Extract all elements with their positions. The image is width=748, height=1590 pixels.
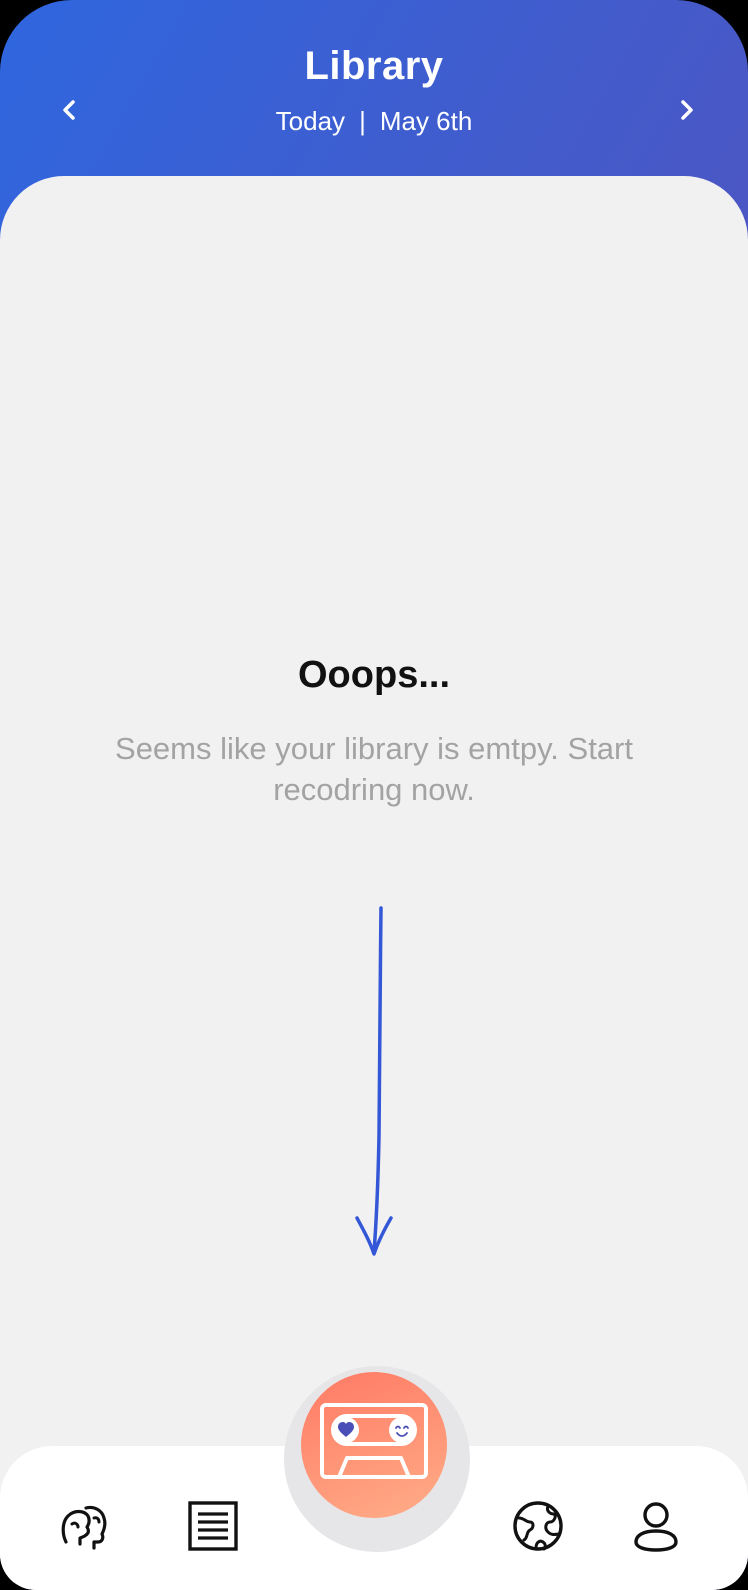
chevron-left-icon xyxy=(63,100,75,120)
tab-profile[interactable] xyxy=(628,1498,684,1554)
app-screen: Library Today | May 6th Ooops... Seems lik… xyxy=(0,0,748,1590)
date-separator: | xyxy=(359,106,366,136)
page-title: Library xyxy=(304,44,444,88)
globe-icon xyxy=(513,1501,563,1551)
tab-discover[interactable] xyxy=(56,1498,112,1554)
empty-state-message: Seems like your library is emtpy. Start … xyxy=(115,731,633,807)
tab-explore[interactable] xyxy=(510,1498,566,1554)
header: Library Today | May 6th xyxy=(0,0,748,200)
chevron-right-icon xyxy=(681,100,693,120)
people-heads-icon xyxy=(61,1505,107,1550)
previous-day-button[interactable] xyxy=(52,92,88,128)
list-document-icon xyxy=(188,1501,238,1551)
empty-state-title: Ooops... xyxy=(298,654,450,696)
cassette-tape-icon xyxy=(320,1403,428,1479)
date-label: May 6th xyxy=(379,106,473,136)
day-label: Today xyxy=(275,106,346,136)
date-selector: Today | May 6th xyxy=(0,106,748,137)
tab-list[interactable] xyxy=(185,1498,241,1554)
down-arrow-hint-icon xyxy=(355,906,393,1256)
user-icon xyxy=(634,1502,678,1552)
record-button[interactable] xyxy=(301,1372,447,1518)
next-day-button[interactable] xyxy=(668,92,704,128)
